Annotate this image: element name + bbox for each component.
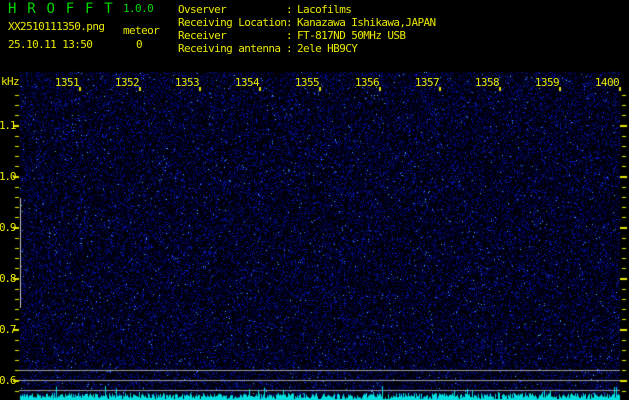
- frequency-axis-unit: kHz: [1, 76, 19, 88]
- freq-label-1.1: 1.1: [0, 120, 14, 131]
- time-label-1353: 1353: [173, 77, 199, 88]
- info-label: Ovserver: [178, 3, 286, 16]
- time-label-1351: 1351: [53, 77, 79, 88]
- meteor-echo-count: 0: [136, 39, 142, 51]
- info-separator: :: [286, 3, 292, 16]
- info-value: FT-817ND 50MHz USB: [297, 29, 405, 42]
- freq-label-0.8: 0.8: [0, 273, 14, 284]
- info-label: Receiving Location: [178, 16, 286, 29]
- app-title: H R O F F T: [8, 2, 114, 16]
- time-label-1354: 1354: [233, 77, 259, 88]
- info-row-3: Receiving antenna:2ele HB9CY: [178, 42, 436, 55]
- freq-label-0.6: 0.6: [0, 375, 14, 386]
- spectrogram-canvas: [0, 0, 629, 400]
- time-label-1400: 1400: [593, 77, 619, 88]
- info-row-1: Receiving Location: Kanazawa Ishikawa,JAP…: [178, 16, 436, 29]
- hrofft-window: H R O F F T 1.0.0 XX2510111350.png meteo…: [0, 0, 629, 400]
- info-value: Kanazawa Ishikawa,JAPAN: [297, 16, 436, 29]
- time-label-1352: 1352: [113, 77, 139, 88]
- freq-label-1.0: 1.0: [0, 171, 14, 182]
- info-label: Receiving antenna: [178, 42, 286, 55]
- time-label-1358: 1358: [473, 77, 499, 88]
- output-filename: XX2510111350.png: [8, 21, 104, 33]
- freq-label-0.9: 0.9: [0, 222, 14, 233]
- info-separator: :: [286, 29, 292, 42]
- time-label-1359: 1359: [533, 77, 559, 88]
- info-value: Lacofilms: [297, 3, 351, 16]
- time-label-1356: 1356: [353, 77, 379, 88]
- observation-datetime: 25.10.11 13:50: [8, 39, 92, 51]
- info-separator: :: [286, 16, 292, 29]
- station-info-block: Ovserver: Lacofilms Receiving Location: Kan…: [178, 3, 436, 55]
- info-row-0: Ovserver: Lacofilms: [178, 3, 436, 16]
- info-value: 2ele HB9CY: [297, 42, 357, 55]
- info-row-2: Receiver: FT-817ND 50MHz USB: [178, 29, 436, 42]
- time-label-1357: 1357: [413, 77, 439, 88]
- info-separator: :: [286, 42, 292, 55]
- observation-mode-label: meteor: [123, 25, 159, 37]
- info-label: Receiver: [178, 29, 286, 42]
- time-label-1355: 1355: [293, 77, 319, 88]
- freq-label-0.7: 0.7: [0, 324, 14, 335]
- app-version: 1.0.0: [123, 3, 153, 15]
